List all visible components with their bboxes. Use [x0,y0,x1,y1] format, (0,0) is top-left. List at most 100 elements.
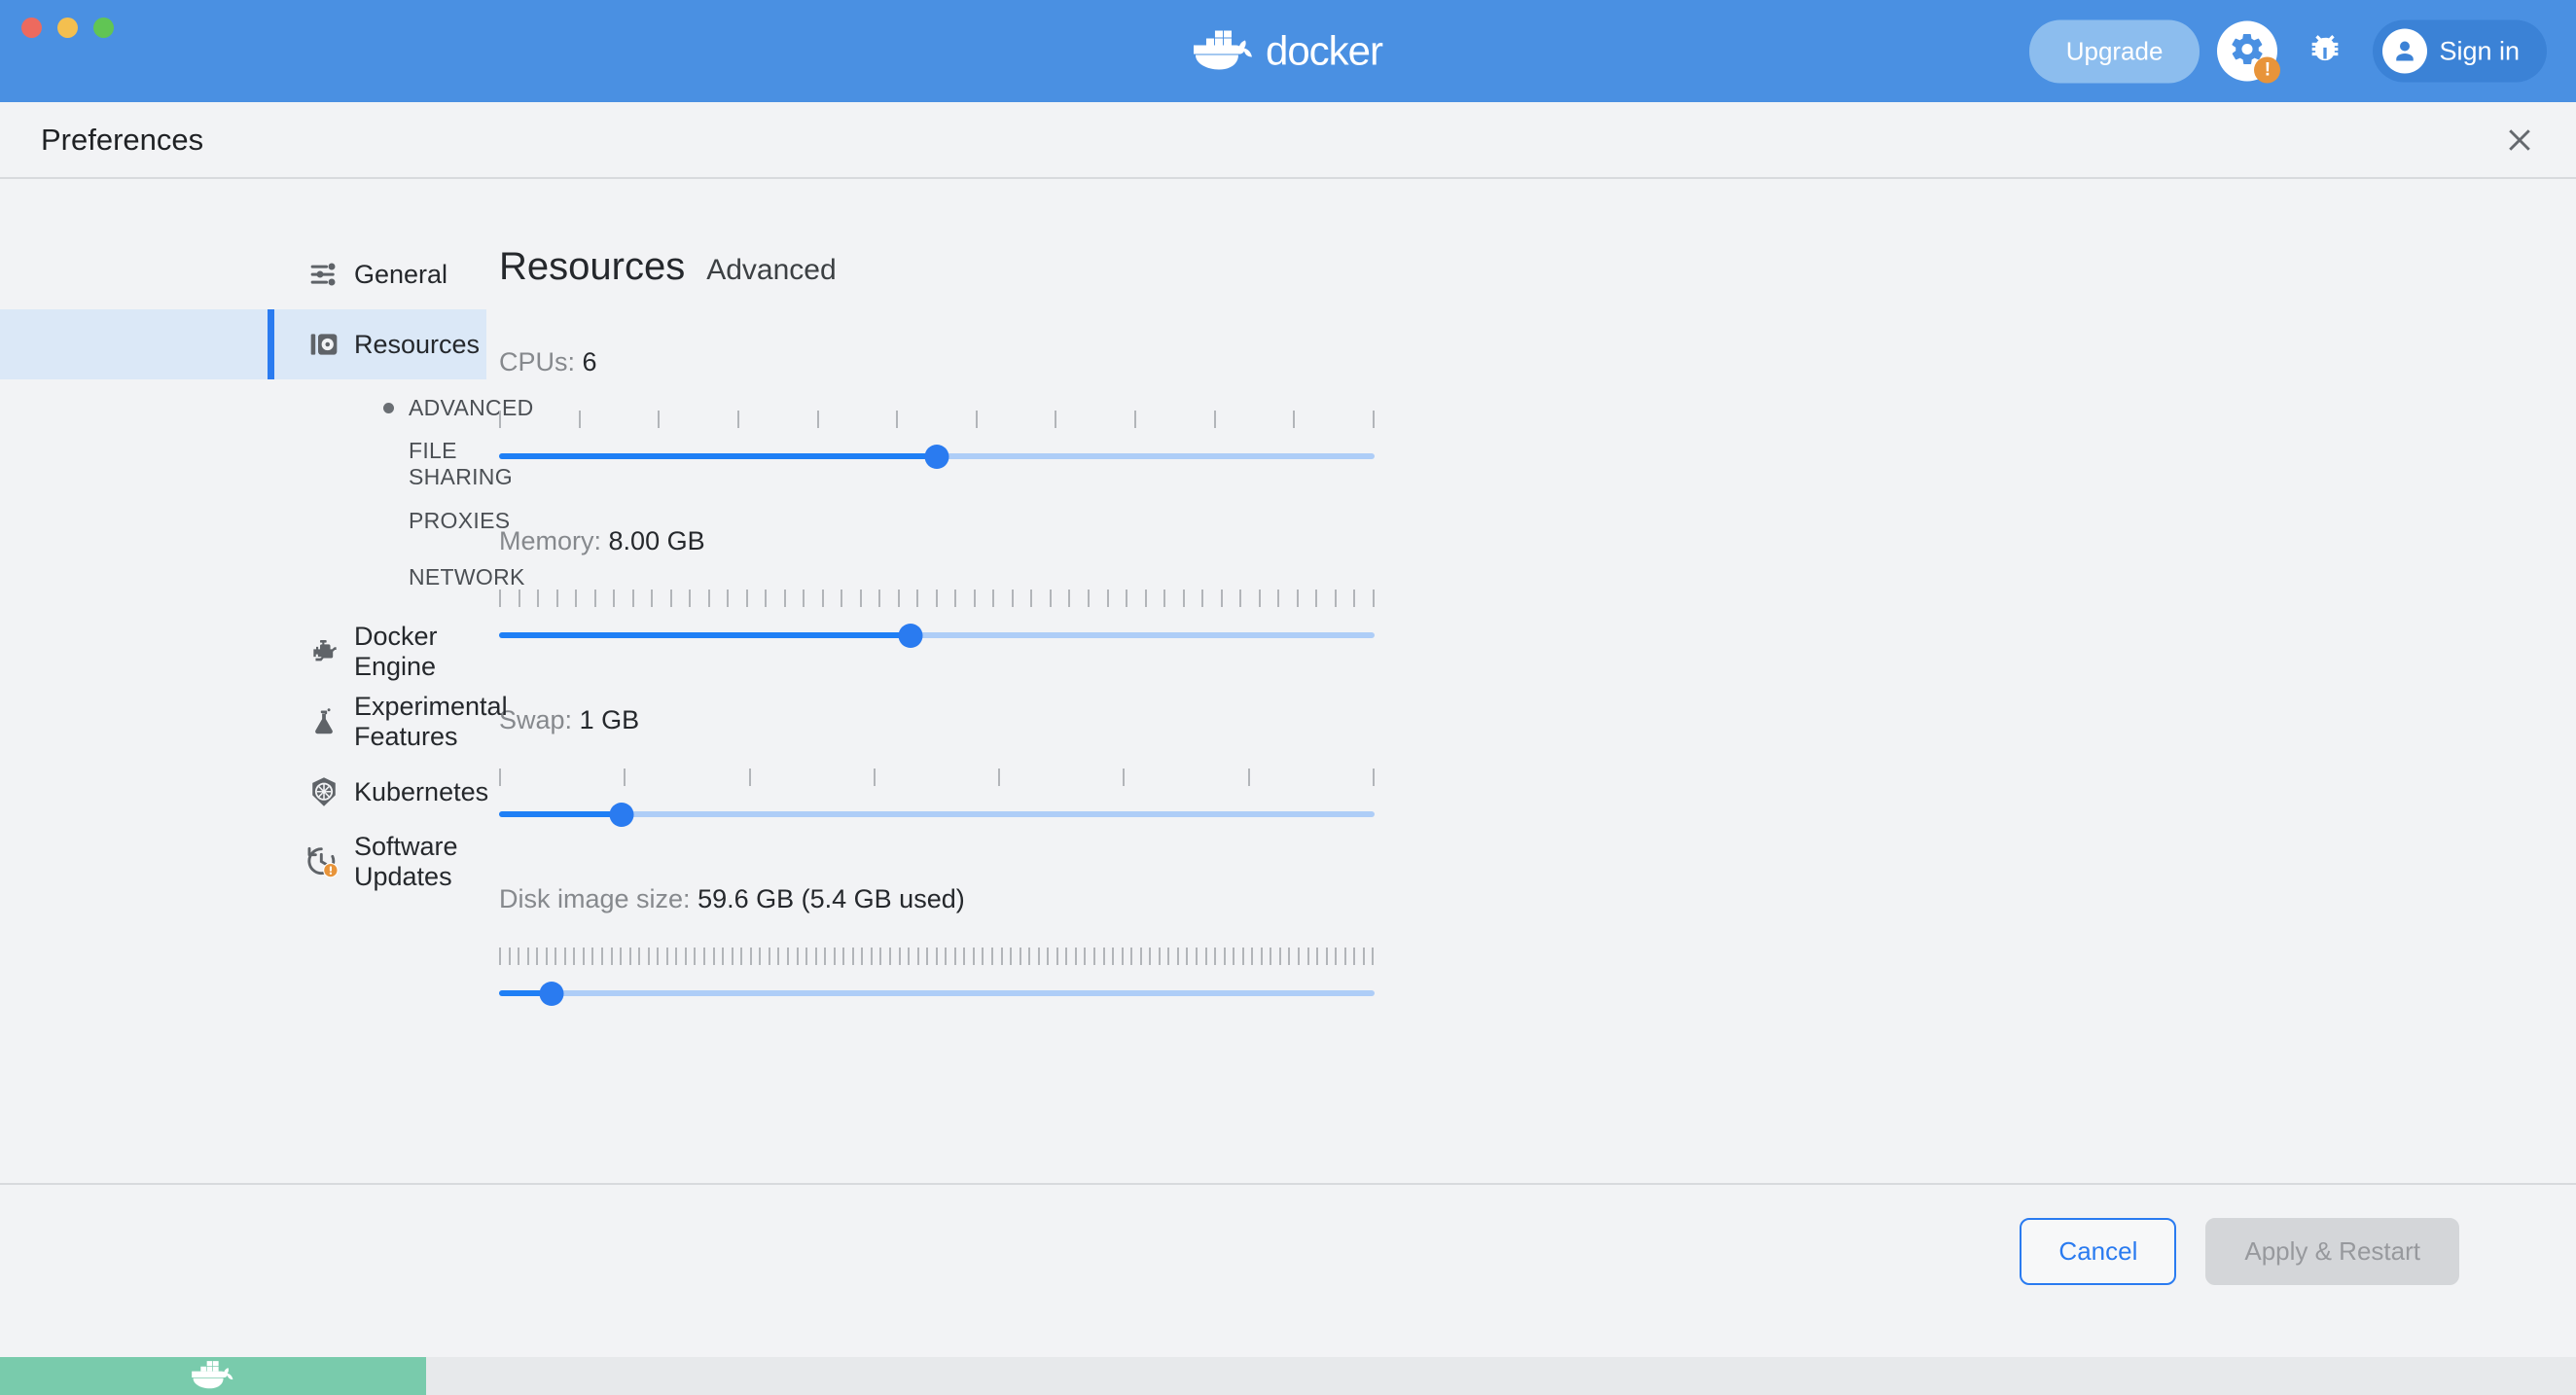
tick-mark [1068,590,1071,607]
tick-mark [707,590,710,607]
tick-mark [1353,948,1356,965]
tick-mark [748,769,751,786]
tick-mark [749,948,752,965]
tick-mark [1334,590,1337,607]
tick-mark [833,948,836,965]
sidebar-item-general[interactable]: General [0,239,486,309]
memory-slider-thumb[interactable] [898,623,923,648]
tick-mark [1372,948,1375,965]
tick-mark [935,590,938,607]
sidebar-item-software-updates[interactable]: Software Updates [0,827,486,897]
tick-mark [851,948,854,965]
tick-mark [1306,948,1309,965]
tick-mark [897,590,900,607]
settings-button[interactable]: ! [2217,20,2281,84]
tick-mark [1293,411,1296,428]
sidebar-subitem-proxies[interactable]: PROXIES [0,492,510,549]
title-bar: docker Upgrade ! Sign in [0,0,2576,102]
tick-mark [1158,948,1161,965]
disk-image-size-label-text: Disk image size: [499,884,691,913]
tick-mark [1139,948,1142,965]
close-window-button[interactable] [21,18,42,38]
tick-mark [1049,590,1052,607]
sidebar-item-resources[interactable]: Resources [0,309,486,379]
sidebar-item-experimental-features[interactable]: Experimental Features [0,687,508,757]
tick-mark [631,590,634,607]
sidebar-subitem-network[interactable]: NETWORK [0,549,524,605]
cpus-track-fill [499,453,937,459]
tick-mark [786,948,789,965]
tick-mark [1220,590,1223,607]
tick-mark [1010,948,1013,965]
swap-slider-thumb[interactable] [609,802,634,827]
tick-mark [916,590,919,607]
cancel-button[interactable]: Cancel [2020,1218,2177,1285]
tick-mark [665,948,668,965]
preferences-header: Preferences [0,102,2576,179]
docker-brand: docker [1193,27,1383,75]
sidebar-item-kubernetes[interactable]: Kubernetes [0,757,488,827]
sidebar-subitem-file-sharing[interactable]: FILE SHARING [0,436,513,492]
sidebar-subitem-advanced[interactable]: ADVANCED [0,379,533,436]
docker-status-indicator[interactable] [0,1357,426,1395]
tick-mark [518,590,520,607]
sidebar-item-label: Software Updates [354,832,458,891]
tick-mark [945,948,948,965]
cpus-slider[interactable] [499,444,1375,469]
sidebar-item-docker-engine[interactable]: Docker Engine [0,617,486,687]
tick-mark [982,948,984,965]
disk-image-size-slider-group: Disk image size: 59.6 GB (5.4 GB used) [499,884,1375,1006]
tick-mark [582,948,585,965]
tick-mark [935,948,938,965]
tick-mark [555,590,558,607]
tick-mark [575,590,578,607]
tick-mark [657,948,660,965]
tick-mark [879,948,882,965]
tick-mark [870,948,873,965]
tick-mark [1213,411,1216,428]
tick-mark [1144,590,1147,607]
tick-mark [1065,948,1068,965]
tick-mark [1106,590,1109,607]
cpus-slider-thumb[interactable] [924,444,949,469]
tick-mark [1201,590,1204,607]
settings-warning-badge: ! [2254,56,2281,84]
tick-mark [824,948,827,965]
sidebar-item-label: General [354,259,448,289]
tick-mark [1353,590,1356,607]
swap-slider[interactable] [499,802,1375,827]
tick-mark [1316,948,1319,965]
tick-mark [563,948,566,965]
sidebar-item-label: Resources [354,329,481,359]
titlebar-actions: Upgrade ! Sign in [2028,19,2547,84]
sign-in-button[interactable]: Sign in [2373,19,2547,83]
tick-mark [1047,948,1050,965]
tick-mark [759,948,762,965]
tick-mark [973,590,976,607]
memory-slider[interactable] [499,623,1375,648]
tick-mark [1239,590,1242,607]
close-preferences-button[interactable] [2500,121,2539,160]
tick-mark [796,948,799,965]
upgrade-button[interactable]: Upgrade [2028,19,2200,83]
tick-mark [972,948,975,965]
tick-mark [593,590,596,607]
tick-mark [1121,948,1124,965]
minimize-window-button[interactable] [57,18,78,38]
disk-image-size-slider[interactable] [499,981,1375,1006]
tick-mark [610,948,613,965]
tick-mark [526,948,529,965]
tick-mark [703,948,706,965]
maximize-window-button[interactable] [93,18,114,38]
troubleshoot-button[interactable] [2295,21,2355,82]
kubernetes-helm-icon [304,772,343,811]
tick-mark [545,948,548,965]
status-bar [0,1357,2576,1395]
tick-mark [736,411,739,428]
sidebar-subitem-label: PROXIES [409,507,511,533]
disk-image-size-slider-thumb[interactable] [539,981,564,1006]
tick-mark [601,948,604,965]
sign-in-label: Sign in [2439,36,2520,65]
tick-mark [821,590,824,607]
tick-mark [803,590,805,607]
